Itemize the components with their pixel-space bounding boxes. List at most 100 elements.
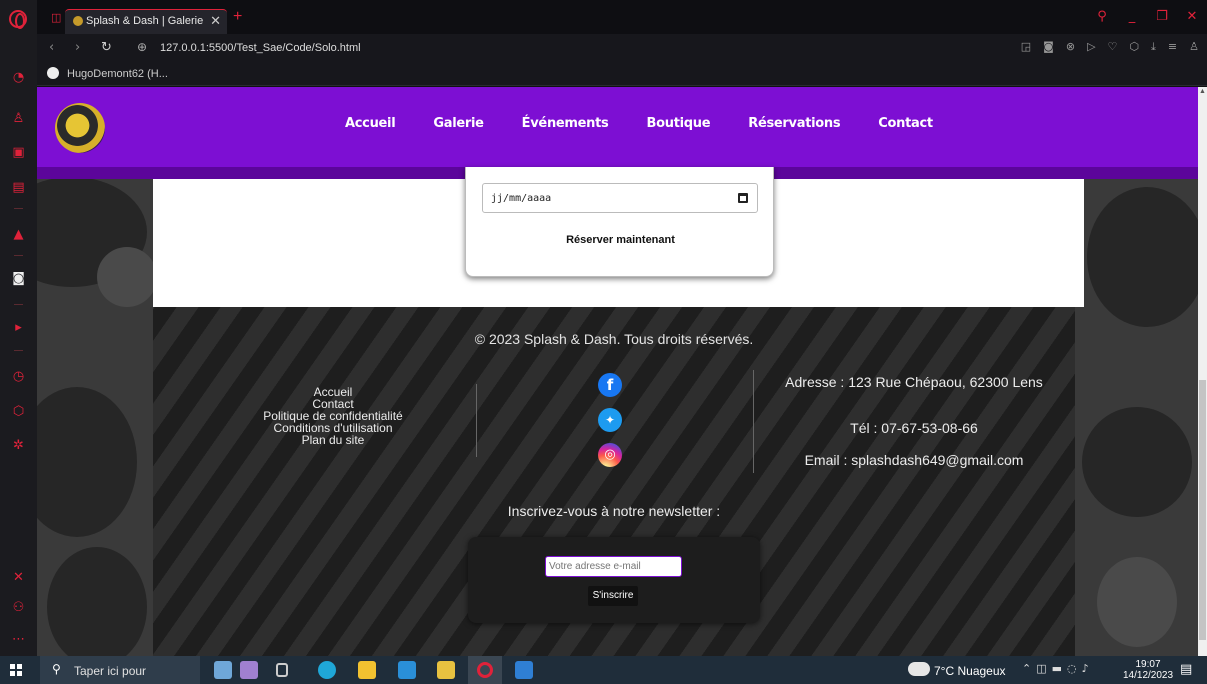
mail-icon[interactable] [398, 661, 416, 679]
new-tab-button[interactable]: + [233, 8, 242, 26]
footer-address: Adresse : 123 Rue Chépaou, 62300 Lens [785, 374, 1043, 390]
reserve-button[interactable]: Réserver maintenant [466, 234, 775, 246]
extensions-cube-icon[interactable]: ⬡ [1129, 40, 1139, 54]
snapshot-icon[interactable]: ◲ [1021, 40, 1031, 54]
sidebar-divider [14, 208, 23, 209]
reservation-card: jj/mm/aaaa Réserver maintenant [465, 167, 774, 277]
footer-links: Accueil Contact Politique de confidentia… [233, 386, 433, 446]
sidebar-divider [14, 304, 23, 305]
discord-icon[interactable]: ◙ [11, 271, 26, 286]
back-icon[interactable]: ‹ [49, 40, 54, 55]
bookmark-github[interactable]: HugoDemont62 (H... [67, 68, 168, 80]
opera-taskbar-button[interactable] [468, 656, 502, 684]
restore-button[interactable]: ❐ [1147, 0, 1177, 34]
system-tray-icons[interactable]: ⌃◫▬◌♪ [1022, 662, 1094, 675]
vscode-icon[interactable] [515, 661, 533, 679]
footer-divider [753, 370, 754, 473]
shopping-icon[interactable]: ♙ [11, 111, 26, 126]
more-icon[interactable]: ⋯ [11, 632, 26, 647]
search-icon: ⚲ [52, 662, 61, 676]
twitch-icon[interactable]: ▣ [11, 145, 26, 160]
scroll-thumb[interactable] [1199, 380, 1206, 640]
nav-link-evenements[interactable]: Événements [522, 116, 609, 131]
extensions-icon[interactable]: ⬡ [11, 404, 26, 419]
instagram-icon[interactable]: ◎ [598, 443, 622, 467]
clock-time: 19:07 [1135, 659, 1161, 670]
nav-link-reservations[interactable]: Réservations [748, 116, 840, 131]
github-icon [47, 67, 59, 79]
windows-taskbar: ⚲ Taper ici pour 7°C Nuageux ⌃◫▬◌♪ 19:07… [0, 656, 1207, 684]
background-blob [1087, 187, 1207, 327]
screen: ◔ ♙ ▣ ▤ ▲ ◙ ▸ ◷ ⬡ ✲ ✕ ⚇ ⋯ ◫ Splash & Das… [0, 0, 1207, 684]
url-field[interactable]: 127.0.0.1:5500/Test_Sae/Code/Solo.html [160, 42, 361, 54]
tab-galerie[interactable]: Splash & Dash | Galerie ✕ [65, 9, 227, 34]
sidebar-divider [14, 255, 23, 256]
footer-link-sitemap[interactable]: Plan du site [233, 434, 433, 446]
page-scrollbar[interactable]: ▲ [1198, 87, 1207, 656]
calendar-icon[interactable] [738, 193, 748, 203]
settings-icon[interactable]: ✲ [11, 438, 26, 453]
background-blob [97, 247, 157, 307]
scroll-up-icon[interactable]: ▲ [1199, 88, 1206, 95]
twitter-icon[interactable]: ✦ [598, 408, 622, 432]
notification-icon[interactable]: ▤ [1180, 662, 1192, 677]
task-view-icon[interactable] [276, 663, 288, 677]
page-viewport: Accueil Galerie Événements Boutique Rése… [37, 87, 1207, 656]
messenger-icon[interactable]: ▤ [11, 180, 26, 195]
weather-cloud-icon[interactable] [908, 662, 930, 676]
browser-sidebar: ◔ ♙ ▣ ▤ ▲ ◙ ▸ ◷ ⬡ ✲ ✕ ⚇ ⋯ [0, 0, 37, 656]
newsletter-title: Inscrivez-vous à notre newsletter : [507, 503, 721, 519]
history-icon[interactable]: ◷ [11, 369, 26, 384]
toolbar-icons: ◲ ◙ ⊗ ▷ ♡ ⬡ ⤓ ≡ ♙ [1021, 40, 1199, 54]
share-icon[interactable]: ▷ [1087, 40, 1095, 54]
opera-taskbar-icon [477, 662, 493, 678]
site-info-icon[interactable]: ⊕ [137, 40, 147, 54]
widget-icon[interactable] [240, 661, 258, 679]
taskbar-search-text: Taper ici pour [74, 664, 147, 678]
footer-phone: Tél : 07-67-53-08-66 [850, 420, 978, 436]
store-icon[interactable] [437, 661, 455, 679]
nav-link-galerie[interactable]: Galerie [433, 116, 484, 131]
reload-icon[interactable]: ↻ [101, 40, 112, 55]
site-logo[interactable] [55, 103, 105, 153]
bookmark-heart-icon[interactable]: ♡ [1108, 40, 1118, 54]
adblock-icon[interactable]: ⊗ [1066, 40, 1075, 54]
tab-close-icon[interactable]: ✕ [210, 13, 221, 29]
clock[interactable]: 19:07 14/12/2023 [1123, 659, 1173, 681]
nav-link-accueil[interactable]: Accueil [345, 116, 396, 131]
windows-start-icon[interactable] [10, 664, 22, 676]
player-icon[interactable]: ▸ [11, 320, 26, 335]
taskbar-search[interactable]: ⚲ Taper ici pour [40, 656, 200, 684]
background-blob [47, 547, 147, 656]
forward-icon[interactable]: › [75, 40, 80, 55]
crypto-wallet-icon[interactable]: ✕ [11, 570, 26, 585]
tab-history-icon[interactable]: ◫ [51, 11, 65, 24]
speed-dial-icon[interactable]: ◔ [11, 70, 26, 85]
nav-link-boutique[interactable]: Boutique [647, 116, 711, 131]
background-blob [1082, 407, 1192, 517]
file-explorer-icon[interactable] [358, 661, 376, 679]
background-blob [37, 387, 137, 537]
aria-icon[interactable]: ▲ [11, 227, 26, 242]
download-icon[interactable]: ⤓ [1151, 40, 1156, 54]
weather-text[interactable]: 7°C Nuageux [934, 664, 1006, 678]
address-bar: ‹ › ↻ ⊕ 127.0.0.1:5500/Test_Sae/Code/Sol… [37, 34, 1207, 62]
workspace-icon[interactable]: ⚇ [11, 600, 26, 615]
newsletter-email-input[interactable] [545, 556, 682, 577]
close-button[interactable]: ✕ [1177, 0, 1207, 34]
easy-setup-icon[interactable]: ≡ [1168, 40, 1177, 54]
tab-bar: ◫ Splash & Dash | Galerie ✕ + ⚲ _ ❐ ✕ [37, 0, 1207, 34]
camera-icon[interactable]: ◙ [1043, 40, 1054, 54]
nav-link-contact[interactable]: Contact [878, 116, 933, 131]
profile-icon[interactable]: ♙ [1189, 40, 1199, 54]
subscribe-button[interactable]: S'inscrire [588, 586, 638, 606]
minimize-button[interactable]: _ [1117, 0, 1147, 34]
facebook-icon[interactable]: f [598, 373, 622, 397]
edge-icon[interactable] [318, 661, 336, 679]
tab-search-icon[interactable]: ⚲ [1087, 0, 1117, 34]
site-nav-links: Accueil Galerie Événements Boutique Rése… [345, 116, 971, 131]
site-footer: © 2023 Splash & Dash. Tous droits réserv… [153, 307, 1075, 656]
news-widget-icon[interactable] [214, 661, 232, 679]
opera-logo-icon[interactable] [9, 10, 27, 29]
date-field[interactable]: jj/mm/aaaa [482, 183, 758, 213]
